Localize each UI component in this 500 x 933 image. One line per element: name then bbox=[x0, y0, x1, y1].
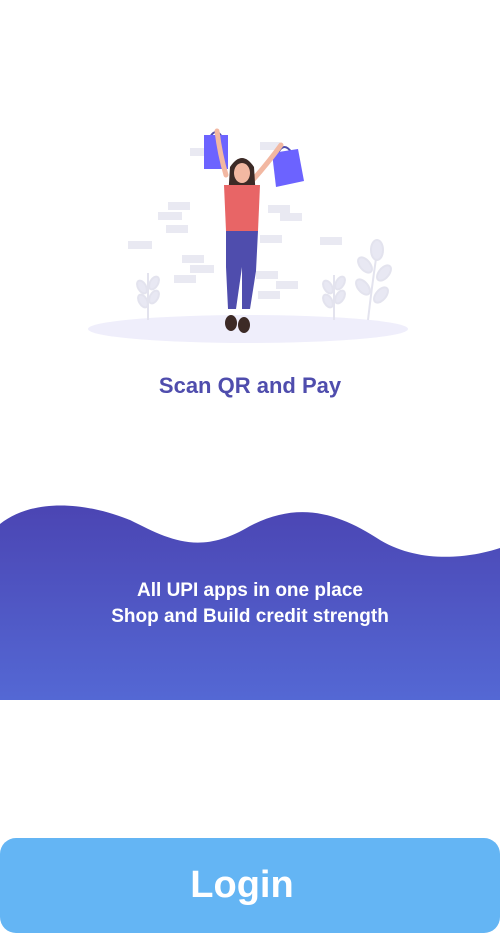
tagline-line-1: All UPI apps in one place bbox=[137, 580, 363, 601]
tagline-line-2: Shop and Build credit strength bbox=[111, 606, 389, 627]
shopping-woman-illustration bbox=[80, 115, 420, 355]
page-title: Scan QR and Pay bbox=[158, 373, 342, 398]
login-button[interactable]: Login bbox=[0, 838, 500, 933]
